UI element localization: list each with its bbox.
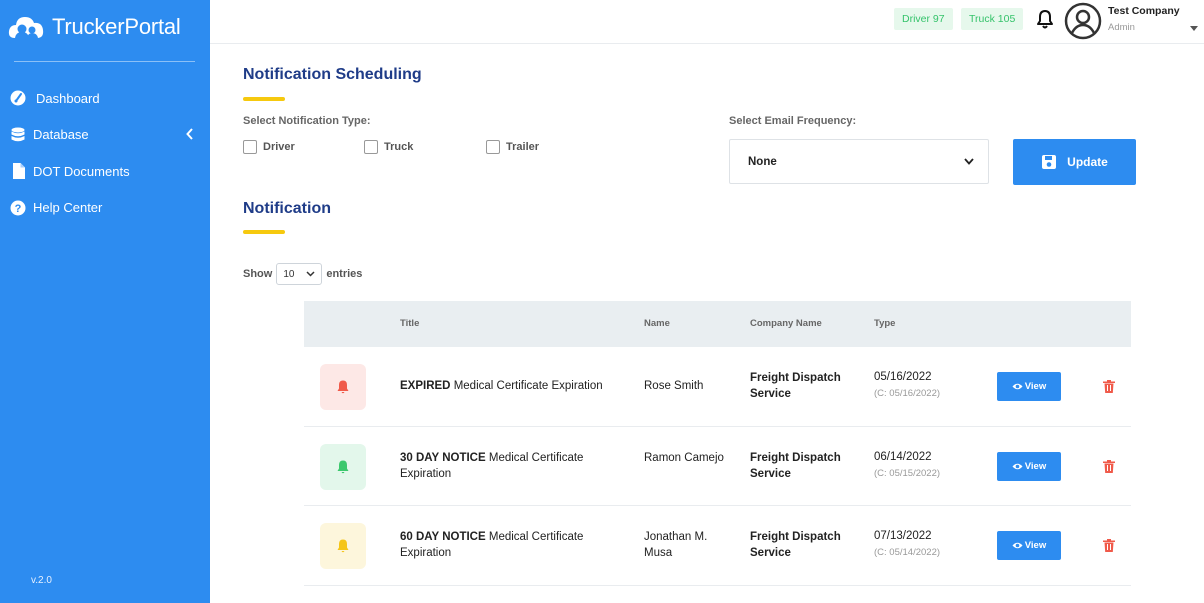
checkbox-label: Trailer xyxy=(506,141,540,153)
expiration-date: 05/16/2022 xyxy=(874,371,932,383)
checkbox-box[interactable] xyxy=(364,140,378,154)
checkbox-box[interactable] xyxy=(243,140,257,154)
checkbox-truck[interactable]: Truck xyxy=(364,140,413,154)
sidebar-nav: Dashboard Database DOT Documents ? Help … xyxy=(0,80,210,226)
expiration-date: 07/13/2022 xyxy=(874,530,932,542)
created-date: (C: 05/16/2022) xyxy=(874,388,941,399)
entries-label: entries xyxy=(326,268,363,280)
notification-prefix: 60 DAY NOTICE xyxy=(400,531,486,543)
user-role: Admin xyxy=(1108,22,1135,33)
delete-trash-icon[interactable] xyxy=(1103,539,1115,552)
notification-prefix: EXPIRED xyxy=(400,380,451,392)
sidebar: TruckerPortal Dashboard Database DOT Doc… xyxy=(0,0,210,603)
checkbox-label: Driver xyxy=(263,141,295,153)
notification-title: 30 DAY NOTICE Medical Certificate Expira… xyxy=(400,450,625,482)
sidebar-item-label: Help Center xyxy=(33,200,103,216)
column-header-name[interactable]: Name xyxy=(644,318,670,329)
column-header-title[interactable]: Title xyxy=(400,318,419,329)
entries-per-page-select[interactable]: 10 xyxy=(276,263,323,285)
user-avatar-icon[interactable] xyxy=(1064,2,1102,40)
sidebar-item-label: Database xyxy=(33,127,89,143)
sixty-day-bell-icon xyxy=(320,523,366,569)
notification-title: EXPIRED Medical Certificate Expiration xyxy=(400,378,625,394)
view-button[interactable]: View xyxy=(997,531,1061,560)
scheduling-title: Notification Scheduling xyxy=(243,66,422,83)
column-header-company[interactable]: Company Name xyxy=(750,318,822,329)
driver-name: Jonathan M. Musa xyxy=(644,531,708,559)
dashboard-gauge-icon xyxy=(10,90,26,106)
company-cell: Freight Dispatch Service xyxy=(750,451,841,480)
help-icon: ? xyxy=(10,200,26,216)
chevron-left-icon xyxy=(186,127,194,143)
driver-count-badge[interactable]: Driver 97 xyxy=(894,8,953,30)
sidebar-item-dot-documents[interactable]: DOT Documents xyxy=(0,153,210,190)
company-cell: Freight Dispatch Service xyxy=(750,531,841,559)
email-frequency-select[interactable]: None xyxy=(729,139,989,184)
table-header: Title Name Company Name Type xyxy=(304,301,1131,347)
notification-title: 60 DAY NOTICE Medical Certificate Expira… xyxy=(400,529,625,561)
brand-name: TruckerPortal xyxy=(52,14,181,39)
brand-logo[interactable]: TruckerPortal xyxy=(0,0,210,54)
view-button[interactable]: View xyxy=(997,451,1061,481)
top-header: Driver 97 Truck 105 Test Company Admin xyxy=(210,0,1204,44)
thirty-day-bell-icon xyxy=(320,443,366,490)
chevron-down-icon xyxy=(306,269,315,280)
table-row: EXPIRED Medical Certificate Expiration R… xyxy=(304,347,1131,427)
notification-type-label: Select Notification Type: xyxy=(243,115,371,127)
account-dropdown-caret-icon[interactable] xyxy=(1190,26,1198,31)
update-button[interactable]: Update xyxy=(1013,139,1136,185)
checkbox-label: Truck xyxy=(384,141,414,153)
chevron-down-icon xyxy=(964,156,974,168)
update-button-label: Update xyxy=(1067,155,1108,169)
notification-bell-icon[interactable] xyxy=(1034,8,1056,30)
entries-control: Show 10 entries xyxy=(243,263,362,285)
checkbox-trailer[interactable]: Trailer xyxy=(486,140,539,154)
app-version: v.2.0 xyxy=(31,575,52,586)
database-icon xyxy=(10,127,26,143)
notifications-table: Title Name Company Name Type EXPIRED Med… xyxy=(304,301,1131,586)
email-frequency-label: Select Email Frequency: xyxy=(729,115,857,127)
sidebar-item-label: DOT Documents xyxy=(33,163,130,179)
eye-icon xyxy=(1012,461,1023,472)
created-date: (C: 05/15/2022) xyxy=(874,467,941,479)
sidebar-item-help-center[interactable]: ? Help Center xyxy=(0,190,210,227)
show-label: Show xyxy=(243,268,273,280)
email-frequency-value: None xyxy=(748,155,777,168)
column-header-type[interactable]: Type xyxy=(874,318,895,329)
save-icon xyxy=(1041,154,1057,170)
notification-prefix: 30 DAY NOTICE xyxy=(400,451,486,464)
checkbox-driver[interactable]: Driver xyxy=(243,140,295,154)
sidebar-divider xyxy=(14,61,195,62)
title-underline xyxy=(243,230,285,234)
view-button-label: View xyxy=(1024,460,1047,472)
eye-icon xyxy=(1012,540,1023,551)
company-name[interactable]: Test Company xyxy=(1108,5,1180,17)
sidebar-item-dashboard[interactable]: Dashboard xyxy=(0,80,210,117)
driver-name: Ramon Camejo xyxy=(644,451,724,464)
table-row: 30 DAY NOTICE Medical Certificate Expira… xyxy=(304,426,1131,506)
notification-description: Medical Certificate Expiration xyxy=(453,380,603,392)
driver-name: Rose Smith xyxy=(644,380,704,392)
company-cell: Freight Dispatch Service xyxy=(750,372,841,400)
truck-count-badge[interactable]: Truck 105 xyxy=(961,8,1024,30)
sidebar-item-label: Dashboard xyxy=(36,90,100,106)
title-underline xyxy=(243,97,285,101)
sidebar-item-database[interactable]: Database xyxy=(0,117,210,154)
view-button-label: View xyxy=(1024,540,1047,551)
delete-trash-icon[interactable] xyxy=(1103,459,1115,473)
checkbox-box[interactable] xyxy=(486,140,500,154)
expiration-date: 06/14/2022 xyxy=(874,450,932,463)
notification-title: Notification xyxy=(243,200,331,217)
cloud-truck-logo-icon xyxy=(6,12,48,42)
document-icon xyxy=(10,163,26,180)
expired-bell-icon xyxy=(320,364,366,410)
created-date: (C: 05/14/2022) xyxy=(874,547,941,558)
entries-value: 10 xyxy=(283,268,295,280)
view-button[interactable]: View xyxy=(997,372,1061,401)
delete-trash-icon[interactable] xyxy=(1103,380,1115,393)
eye-icon xyxy=(1012,381,1023,392)
svg-text:?: ? xyxy=(15,203,22,215)
view-button-label: View xyxy=(1024,381,1047,392)
table-row: 60 DAY NOTICE Medical Certificate Expira… xyxy=(304,506,1131,586)
